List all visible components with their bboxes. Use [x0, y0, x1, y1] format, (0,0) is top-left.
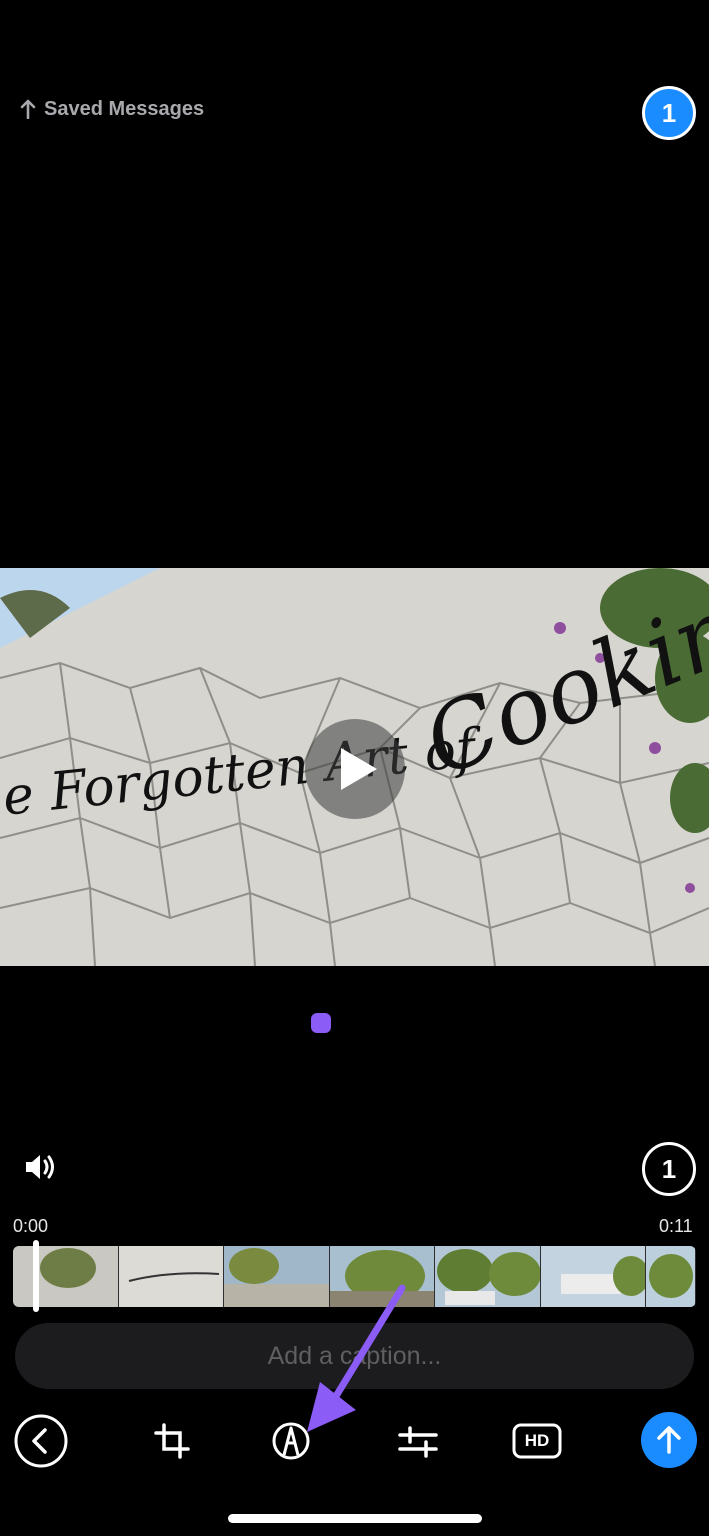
back-link-label: Saved Messages	[44, 97, 205, 120]
timeline-frame	[435, 1246, 541, 1307]
selection-toggle[interactable]: 1	[642, 1142, 696, 1196]
timeline-frame	[646, 1246, 696, 1307]
chevron-left-icon	[14, 1414, 68, 1468]
send-button[interactable]	[641, 1412, 697, 1468]
back-to-chat-link[interactable]: Saved Messages	[20, 94, 204, 124]
selection-count-badge[interactable]: 1	[642, 86, 696, 140]
send-arrow-icon	[657, 1426, 681, 1454]
hd-quality-button[interactable]: HD	[509, 1413, 565, 1469]
video-preview[interactable]: e Forgotten Art of Cooking	[0, 568, 709, 966]
play-button[interactable]	[305, 719, 405, 819]
hd-label: HD	[524, 1431, 550, 1450]
draw-marker	[311, 1013, 331, 1033]
arrow-up-icon	[20, 99, 36, 119]
timeline-frame	[13, 1246, 119, 1307]
time-start-label: 0:00	[13, 1216, 49, 1236]
timeline-scrubber-handle[interactable]	[33, 1240, 39, 1312]
annotation-arrow-icon	[307, 1284, 406, 1432]
crop-icon	[154, 1423, 190, 1459]
home-indicator	[228, 1514, 482, 1523]
timeline-frame	[118, 1246, 224, 1307]
speaker-icon	[26, 1155, 54, 1179]
back-button[interactable]	[13, 1413, 69, 1469]
crop-button[interactable]	[144, 1413, 200, 1469]
mute-button[interactable]	[22, 1148, 60, 1186]
time-end-label: 0:11	[659, 1216, 693, 1236]
timeline-frame	[540, 1246, 646, 1307]
play-icon	[341, 748, 377, 790]
